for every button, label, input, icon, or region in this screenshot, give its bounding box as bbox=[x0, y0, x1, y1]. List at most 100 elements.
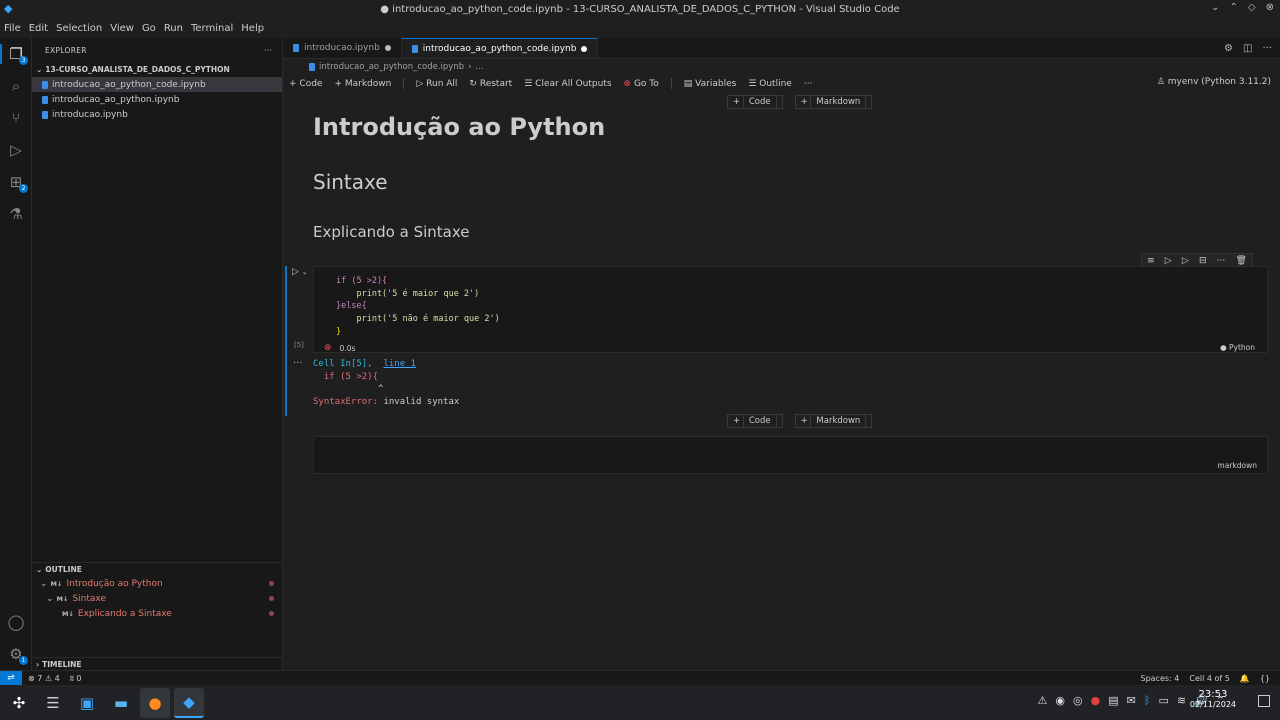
output-line-link[interactable]: line 1 bbox=[383, 359, 416, 369]
menu-file[interactable]: File bbox=[0, 23, 25, 34]
outline-header[interactable]: ⌄ OUTLINE bbox=[32, 562, 282, 576]
github-icon[interactable]: ◎ bbox=[1073, 694, 1083, 707]
record-icon[interactable]: ● bbox=[1091, 694, 1101, 707]
workspace-folder[interactable]: ⌄ 13-CURSO_ANALISTA_DE_DADOS_C_PYTHON bbox=[32, 62, 282, 77]
menu-run[interactable]: Run bbox=[160, 23, 187, 34]
unsaved-dot-icon[interactable] bbox=[384, 45, 391, 51]
task-manager-icon[interactable]: ☰ bbox=[38, 688, 68, 718]
split-editor-icon[interactable]: ◫ bbox=[1243, 43, 1252, 54]
add-markdown-button[interactable]: + Markdown bbox=[334, 79, 391, 89]
remote-icon[interactable]: ⇌ bbox=[0, 670, 22, 686]
outline-item[interactable]: ⌄ M↓ Sintaxe bbox=[32, 591, 282, 606]
file-item[interactable]: introducao.ipynb bbox=[32, 107, 282, 122]
menu-selection[interactable]: Selection bbox=[52, 23, 106, 34]
update-icon[interactable]: ⚠ bbox=[1038, 694, 1048, 707]
outline-item[interactable]: ⌄ M↓ Introdução ao Python bbox=[32, 576, 282, 591]
broadcast-icon: ʬ bbox=[69, 673, 74, 683]
more-actions-icon[interactable]: ··· bbox=[1262, 43, 1272, 54]
search-icon[interactable]: ⌕ bbox=[7, 77, 25, 95]
indentation-indicator[interactable]: Spaces: 4 bbox=[1140, 674, 1179, 683]
maximize-icon[interactable]: ⌃ bbox=[1230, 2, 1238, 13]
close-icon[interactable]: ⊗ bbox=[1266, 2, 1274, 13]
unsaved-dot-icon[interactable] bbox=[581, 45, 588, 52]
more-actions-button[interactable]: ··· bbox=[804, 79, 813, 89]
menu-help[interactable]: Help bbox=[237, 23, 268, 34]
tab-introducao[interactable]: introducao.ipynb bbox=[283, 38, 402, 58]
cell-indicator[interactable]: Cell 4 of 5 bbox=[1189, 674, 1229, 683]
add-code-cell-button[interactable]: + Code bbox=[727, 414, 783, 428]
clock[interactable]: 23:53 02/11/2024 bbox=[1190, 689, 1236, 709]
goto-button[interactable]: ⊗ Go To bbox=[624, 79, 659, 89]
clipboard-icon[interactable]: ▤ bbox=[1108, 694, 1118, 707]
add-code-button[interactable]: + Code bbox=[289, 79, 322, 89]
breadcrumb-rest[interactable]: ... bbox=[476, 62, 484, 72]
bluetooth-icon[interactable]: ᛒ bbox=[1144, 694, 1151, 707]
menu-view[interactable]: View bbox=[106, 23, 138, 34]
outline-item[interactable]: M↓ Explicando a Sintaxe bbox=[32, 606, 282, 621]
file-item[interactable]: introducao_ao_python.ipynb bbox=[32, 92, 282, 107]
problems-indicator[interactable]: ⊗ 7 ⚠ 4 bbox=[28, 674, 60, 683]
ports-indicator[interactable]: ʬ 0 bbox=[70, 674, 82, 683]
bell-icon[interactable]: 🔔 bbox=[1240, 674, 1250, 683]
extensions-icon[interactable]: ⊞ 2 bbox=[7, 173, 28, 193]
display-icon[interactable]: ▭ bbox=[1158, 694, 1168, 707]
variables-button[interactable]: ▤ Variables bbox=[684, 79, 737, 89]
app-launcher-icon[interactable]: ✣ bbox=[4, 688, 34, 718]
chevron-down-icon[interactable]: ⌄ bbox=[302, 268, 308, 276]
execute-below-icon[interactable]: ▷ bbox=[1182, 256, 1189, 266]
testing-icon[interactable]: ⚗ bbox=[7, 205, 25, 223]
run-cell-button[interactable]: ▷ ⌄ bbox=[292, 267, 308, 277]
steam-icon[interactable]: ◉ bbox=[1055, 694, 1065, 707]
add-markdown-cell-button[interactable]: + Markdown bbox=[794, 95, 873, 109]
add-code-cell-button[interactable]: + Code bbox=[727, 95, 783, 109]
add-markdown-cell-button[interactable]: + Markdown bbox=[794, 414, 873, 428]
file-manager-icon[interactable]: ▬ bbox=[106, 688, 136, 718]
timeline-header[interactable]: › TIMELINE bbox=[32, 657, 282, 670]
source-control-icon[interactable]: ⑂ bbox=[7, 109, 25, 127]
markdown-cell[interactable]: markdown bbox=[313, 436, 1268, 474]
tab-introducao-ao-python-code[interactable]: introducao_ao_python_code.ipynb bbox=[401, 38, 599, 58]
output-more-icon[interactable]: ··· bbox=[293, 358, 303, 369]
settings-gear-icon[interactable]: ⚙ 1 bbox=[7, 645, 28, 665]
run-all-button[interactable]: ▷ Run All bbox=[416, 79, 457, 89]
notifications-icon[interactable]: ✉ bbox=[1127, 694, 1136, 707]
more-actions-icon[interactable]: ··· bbox=[1217, 256, 1226, 266]
markdown-heading-1[interactable]: Introdução ao Python bbox=[313, 113, 605, 141]
menu-go[interactable]: Go bbox=[138, 23, 160, 34]
show-desktop-icon[interactable] bbox=[1258, 695, 1270, 707]
delete-cell-icon[interactable]: 🗑 bbox=[1235, 256, 1246, 266]
breadcrumb-file[interactable]: introducao_ao_python_code.ipynb bbox=[319, 62, 464, 72]
clear-outputs-button[interactable]: ☰ Clear All Outputs bbox=[524, 79, 611, 89]
markdown-heading-2[interactable]: Sintaxe bbox=[313, 170, 388, 194]
gear-icon[interactable]: ⚙ bbox=[1224, 43, 1233, 54]
more-actions-icon[interactable]: ··· bbox=[264, 46, 272, 55]
menu-terminal[interactable]: Terminal bbox=[187, 23, 237, 34]
restart-button[interactable]: ↻ Restart bbox=[469, 79, 512, 89]
output-cell-ref: Cell In[5], bbox=[313, 359, 373, 369]
outline-label: Outline bbox=[759, 78, 792, 89]
vscode-icon[interactable]: ◆ bbox=[174, 687, 204, 718]
store-icon[interactable]: ▣ bbox=[72, 688, 102, 718]
execute-above-icon[interactable]: ▷ bbox=[1165, 256, 1172, 266]
split-cell-icon[interactable]: ⊟ bbox=[1199, 256, 1207, 266]
braces-indicator[interactable]: {} bbox=[1260, 674, 1270, 683]
output-error-msg: invalid syntax bbox=[383, 396, 460, 407]
explorer-icon[interactable]: ❐ 3 bbox=[7, 45, 28, 65]
markdown-heading-3[interactable]: Explicando a Sintaxe bbox=[313, 223, 470, 241]
chevron-down-icon: ⌄ bbox=[36, 565, 43, 574]
run-debug-icon[interactable]: ▷ bbox=[7, 141, 25, 159]
minimize-icon[interactable]: ⌄ bbox=[1211, 2, 1219, 13]
firefox-icon[interactable]: ● bbox=[140, 687, 170, 718]
run-by-line-icon[interactable]: ≡ bbox=[1147, 256, 1155, 266]
code-cell[interactable]: if (5 >2){ print('5 é maior que 2') }els… bbox=[313, 266, 1268, 353]
cell-language[interactable]: markdown bbox=[1217, 461, 1257, 470]
cell-language[interactable]: ● Python bbox=[1220, 343, 1255, 352]
account-icon[interactable]: ◯ bbox=[7, 613, 25, 631]
code-editor[interactable]: if (5 >2){ print('5 é maior que 2') }els… bbox=[336, 275, 500, 339]
network-icon[interactable]: ≋ bbox=[1177, 694, 1186, 707]
kernel-picker[interactable]: ♙ myenv (Python 3.11.2) bbox=[1157, 77, 1271, 87]
menu-edit[interactable]: Edit bbox=[25, 23, 52, 34]
outline-button[interactable]: ☰ Outline bbox=[748, 79, 792, 89]
file-item[interactable]: introducao_ao_python_code.ipynb bbox=[32, 77, 282, 92]
restore-icon[interactable]: ◇ bbox=[1248, 2, 1256, 13]
